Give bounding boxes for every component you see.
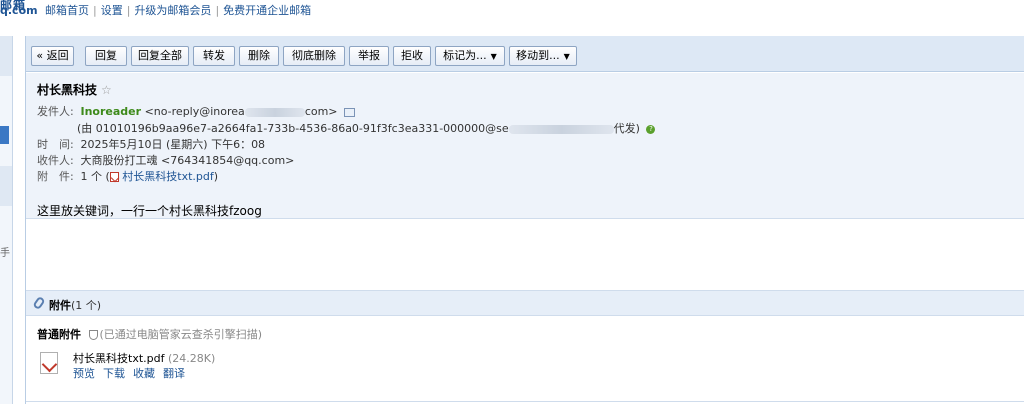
sender-address: <no-reply@inorea: [144, 105, 245, 118]
preview-link[interactable]: 预览: [73, 367, 95, 380]
save-link[interactable]: 收藏: [133, 367, 155, 380]
forward-button[interactable]: 转发: [193, 46, 235, 66]
sidebar-text-fragment: 手: [0, 248, 10, 259]
attachment-file: 村长黑科技txt.pdf (24.28K): [73, 350, 215, 366]
via-suffix: 代发): [613, 122, 640, 135]
mail-body: 这里放关键词，一行一个村长黑科技fzoog: [37, 204, 262, 218]
shield-icon: [88, 330, 98, 340]
pdf-file-icon[interactable]: [40, 352, 58, 374]
mark-as-label: 标记为...: [443, 49, 487, 62]
top-bar: 邮箱 q.com 邮箱首页 | 设置 | 升级为邮箱会员 | 免费开通企业邮箱: [0, 0, 1024, 22]
attachment-actions: 预览 下载 收藏 翻译: [73, 365, 193, 381]
redacted-blur: [508, 124, 614, 134]
attachment-file-size: (24.28K): [167, 352, 216, 365]
logo[interactable]: 邮箱 q.com: [0, 0, 40, 22]
pdf-icon: [109, 172, 119, 182]
recipient-name[interactable]: 大商股份打工魂: [81, 154, 158, 167]
normal-attachment-label: 普通附件: [37, 328, 81, 341]
time-label: 时 间:: [37, 138, 74, 151]
nav-mail-home[interactable]: 邮箱首页: [45, 4, 89, 17]
from-row: 发件人: Inoreader <no-reply@inorea com>: [37, 103, 356, 119]
paperclip-icon: [32, 295, 46, 311]
move-to-label: 移动到...: [516, 49, 560, 62]
move-to-dropdown[interactable]: 移动到... ▼: [509, 46, 577, 66]
scan-note: (已通过电脑管家云查杀引擎扫描): [88, 328, 263, 341]
delete-button[interactable]: 删除: [239, 46, 279, 66]
sidebar-selected-item[interactable]: [0, 126, 9, 144]
sidebar-block: [0, 36, 12, 76]
attachment-label: 附 件:: [37, 170, 74, 183]
report-button[interactable]: 举报: [349, 46, 389, 66]
help-icon[interactable]: ?: [646, 124, 656, 134]
subject-text: 村长黑科技: [37, 83, 98, 97]
contact-card-icon[interactable]: [344, 107, 356, 117]
to-row: 收件人: 大商股份打工魂 <764341854@qq.com>: [37, 152, 294, 168]
reply-all-button[interactable]: 回复全部: [131, 46, 189, 66]
sender-address-end: com>: [304, 105, 338, 118]
mail-toolbar: « 返回 回复 回复全部 转发 删除 彻底删除 举报 拒收 标记为... ▼ 移动…: [26, 36, 1024, 72]
nav-enterprise-mail[interactable]: 免费开通企业邮箱: [223, 4, 311, 17]
translate-link[interactable]: 翻译: [163, 367, 185, 380]
logo-text-bottom: q.com: [0, 4, 38, 17]
recipient-address: <764341854@qq.com>: [161, 154, 295, 167]
top-nav: 邮箱首页 | 设置 | 升级为邮箱会员 | 免费开通企业邮箱: [45, 2, 311, 18]
chevron-down-icon: ▼: [563, 52, 570, 61]
attachment-item: 村长黑科技txt.pdf (24.28K) 预览 下载 收藏 翻译: [40, 350, 440, 390]
back-button[interactable]: « 返回: [31, 46, 74, 66]
redacted-blur: [244, 107, 305, 117]
mark-as-dropdown[interactable]: 标记为... ▼: [435, 46, 505, 66]
attachment-link[interactable]: 村长黑科技txt.pdf: [122, 170, 213, 183]
attachment-close: ): [213, 170, 219, 183]
nav-separator: |: [126, 4, 131, 17]
from-label: 发件人:: [37, 105, 74, 118]
via-address: (由 01010196b9aa96e7-a2664fa1-733b-4536-8…: [77, 122, 509, 135]
delete-permanent-button[interactable]: 彻底删除: [283, 46, 345, 66]
chevron-down-icon: ▼: [490, 52, 497, 61]
attachment-file-name[interactable]: 村长黑科技txt.pdf: [73, 352, 164, 365]
star-icon[interactable]: ☆: [101, 83, 112, 97]
mail-header: 村长黑科技 ☆ 发件人: Inoreader <no-reply@inorea co…: [26, 73, 1024, 219]
nav-separator: |: [93, 4, 97, 17]
sidebar-block: [0, 166, 12, 206]
time-row: 时 间: 2025年5月10日 (星期六) 下午6：08: [37, 136, 265, 152]
mail-read-pane: « 返回 回复 回复全部 转发 删除 彻底删除 举报 拒收 标记为... ▼ 移动…: [25, 36, 1024, 404]
nav-separator: |: [215, 4, 220, 17]
scan-note-text: (已通过电脑管家云查杀引擎扫描): [99, 328, 263, 341]
divider: [26, 401, 1024, 402]
reply-button[interactable]: 回复: [85, 46, 127, 66]
attachments-title: 附件(1 个): [49, 297, 101, 313]
attachment-section-header: 普通附件 (已通过电脑管家云查杀引擎扫描): [37, 326, 262, 342]
to-label: 收件人:: [37, 154, 74, 167]
sender-name[interactable]: Inoreader: [81, 105, 142, 118]
left-sidebar: 手: [0, 36, 13, 404]
reject-button[interactable]: 拒收: [393, 46, 431, 66]
via-row: (由 01010196b9aa96e7-a2664fa1-733b-4536-8…: [77, 120, 656, 136]
time-value: 2025年5月10日 (星期六) 下午6：08: [80, 138, 266, 151]
nav-settings[interactable]: 设置: [101, 4, 123, 17]
nav-upgrade-member[interactable]: 升级为邮箱会员: [134, 4, 211, 17]
mail-subject: 村长黑科技 ☆: [37, 81, 112, 98]
download-link[interactable]: 下载: [103, 367, 125, 380]
attachments-bar: 附件(1 个): [26, 290, 1024, 316]
attachment-count: 1 个 (: [80, 170, 110, 183]
attachment-row: 附 件: 1 个 ( 村长黑科技txt.pdf): [37, 168, 218, 184]
attachments-count: (1 个): [71, 299, 102, 312]
attachments-title-text: 附件: [49, 299, 71, 312]
